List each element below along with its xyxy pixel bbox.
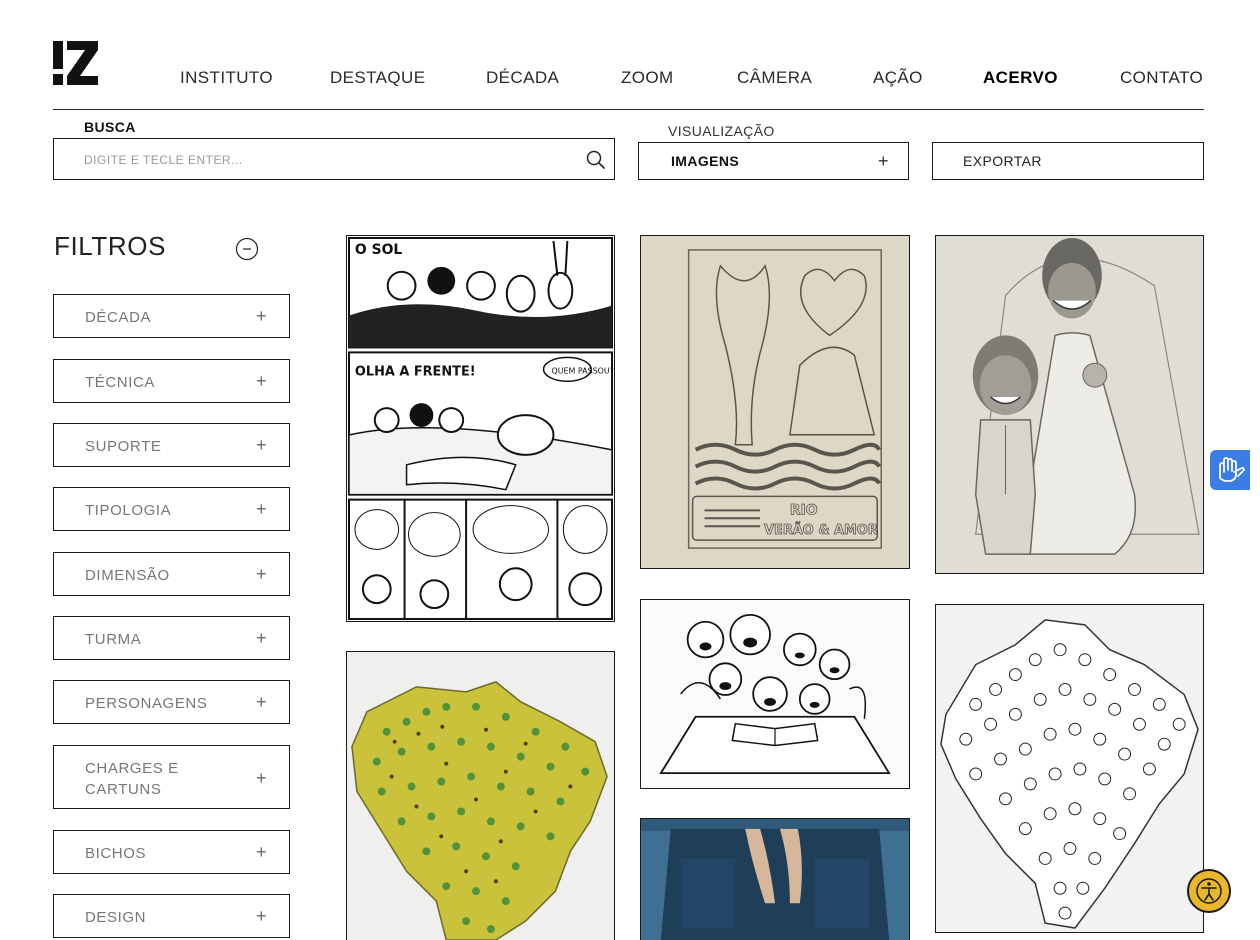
plus-icon: + bbox=[256, 768, 267, 788]
filter-label: TURMA bbox=[85, 631, 142, 648]
view-select[interactable]: IMAGENS + bbox=[638, 142, 909, 180]
sign-language-button[interactable] bbox=[1210, 450, 1250, 490]
filters-title: FILTROS bbox=[54, 231, 167, 261]
plus-icon: + bbox=[256, 692, 267, 712]
nav-item-contato[interactable]: CONTATO bbox=[1120, 68, 1203, 88]
plus-icon: + bbox=[878, 151, 889, 171]
filter-suporte[interactable]: SUPORTE + bbox=[53, 423, 290, 467]
gallery-item-comic-page[interactable]: O SOL OLHA A FRENTE! QUEM PASSOU? bbox=[346, 235, 615, 622]
export-button[interactable]: EXPORTAR bbox=[932, 142, 1204, 180]
gallery-item-brazil-map-colored[interactable] bbox=[346, 651, 615, 940]
gallery-item-painting-blue[interactable] bbox=[640, 818, 910, 940]
filter-charges-e-cartuns[interactable]: CHARGES E CARTUNS + bbox=[53, 745, 290, 809]
accessibility-button[interactable] bbox=[1187, 869, 1231, 913]
filter-label: DIMENSÃO bbox=[85, 567, 170, 584]
nav-item-zoom[interactable]: ZOOM bbox=[621, 68, 674, 88]
nav-item-acervo[interactable]: ACERVO bbox=[983, 68, 1058, 88]
export-button-label: EXPORTAR bbox=[963, 153, 1042, 169]
filter-label: CHARGES E CARTUNS bbox=[85, 760, 179, 798]
filter-bichos[interactable]: BICHOS + bbox=[53, 830, 290, 874]
sign-language-hands-icon bbox=[1219, 457, 1245, 482]
filter-label: SUPORTE bbox=[85, 438, 162, 455]
plus-icon: + bbox=[256, 306, 267, 326]
filter-label: TÉCNICA bbox=[85, 374, 156, 391]
filter-label: DESIGN bbox=[85, 909, 147, 926]
comic-text-olha: OLHA A FRENTE! bbox=[355, 364, 476, 379]
accessibility-icon bbox=[1196, 878, 1222, 904]
header-divider bbox=[53, 109, 1204, 110]
nav-item-decada[interactable]: DÉCADA bbox=[486, 68, 559, 88]
plus-icon: + bbox=[256, 371, 267, 391]
filter-design[interactable]: DESIGN + bbox=[53, 894, 290, 938]
gallery-item-caricature-couple[interactable] bbox=[935, 235, 1204, 574]
filter-turma[interactable]: TURMA + bbox=[53, 616, 290, 660]
search-box bbox=[53, 138, 615, 180]
plus-icon: + bbox=[256, 842, 267, 862]
filter-label: BICHOS bbox=[85, 845, 147, 862]
filter-dimensao[interactable]: DIMENSÃO + bbox=[53, 552, 290, 596]
main-nav: INSTITUTO DESTAQUE DÉCADA ZOOM CÂMERA AÇ… bbox=[0, 68, 1260, 92]
gallery-item-kids-reading[interactable] bbox=[640, 599, 910, 789]
filter-personagens[interactable]: PERSONAGENS + bbox=[53, 680, 290, 724]
comic-text-sol: O SOL bbox=[355, 242, 402, 258]
gallery-item-sketch-poster[interactable]: RIO VERÃO & AMOR bbox=[640, 235, 910, 569]
search-label: BUSCA bbox=[84, 119, 136, 135]
plus-icon: + bbox=[256, 499, 267, 519]
plus-icon: + bbox=[256, 628, 267, 648]
nav-item-destaque[interactable]: DESTAQUE bbox=[330, 68, 425, 88]
poster-text-verao: VERÃO & AMOR bbox=[764, 522, 878, 538]
filter-label: PERSONAGENS bbox=[85, 695, 208, 712]
plus-icon: + bbox=[256, 906, 267, 926]
plus-icon: + bbox=[256, 435, 267, 455]
gallery-item-brazil-map-lineart[interactable] bbox=[935, 604, 1204, 933]
view-label: VISUALIZAÇÃO bbox=[668, 123, 775, 139]
filter-decada[interactable]: DÉCADA + bbox=[53, 294, 290, 338]
nav-item-acao[interactable]: AÇÃO bbox=[873, 68, 923, 88]
collapse-filters-icon[interactable] bbox=[235, 237, 259, 261]
search-input[interactable] bbox=[84, 149, 574, 171]
nav-item-instituto[interactable]: INSTITUTO bbox=[180, 68, 273, 88]
plus-icon: + bbox=[256, 564, 267, 584]
filter-label: TIPOLOGIA bbox=[85, 502, 172, 519]
nav-item-camera[interactable]: CÂMERA bbox=[737, 68, 812, 88]
filter-label: DÉCADA bbox=[85, 309, 152, 326]
filter-tipologia[interactable]: TIPOLOGIA + bbox=[53, 487, 290, 531]
view-select-value: IMAGENS bbox=[671, 153, 740, 169]
filter-tecnica[interactable]: TÉCNICA + bbox=[53, 359, 290, 403]
search-icon[interactable] bbox=[585, 149, 607, 171]
poster-text-rio: RIO bbox=[790, 502, 818, 518]
comic-text-quem: QUEM PASSOU? bbox=[551, 366, 613, 375]
